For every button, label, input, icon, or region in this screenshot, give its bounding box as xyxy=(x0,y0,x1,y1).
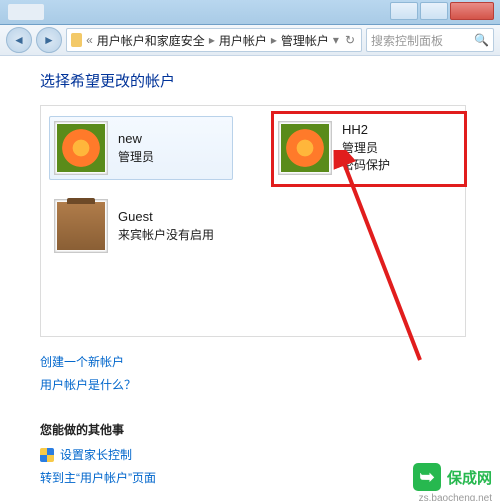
breadcrumb-dropdown-icon[interactable]: ▾ xyxy=(331,33,341,47)
create-account-link[interactable]: 创建一个新帐户 xyxy=(40,353,466,370)
nav-back-button[interactable]: ◄ xyxy=(6,27,32,53)
account-text: HH2 管理员 密码保护 xyxy=(342,121,390,175)
parental-control-link[interactable]: 设置家长控制 xyxy=(40,446,466,463)
accounts-panel: new 管理员 HH2 管理员 密码保护 Gue xyxy=(40,105,466,337)
gomain-label: 转到主“用户帐户”页面 xyxy=(40,469,156,486)
account-name: HH2 xyxy=(342,121,390,140)
breadcrumb-bar[interactable]: « 用户帐户和家庭安全 ▸ 用户帐户 ▸ 管理帐户 ▾ ↻ xyxy=(66,28,362,52)
search-placeholder: 搜索控制面板 xyxy=(371,32,443,49)
account-card-hh2[interactable]: HH2 管理员 密码保护 xyxy=(273,116,457,180)
account-avatar-frame xyxy=(54,199,108,253)
breadcrumb-refresh-icon[interactable]: ↻ xyxy=(343,33,357,47)
account-card-guest[interactable]: Guest 来宾帐户没有启用 xyxy=(49,194,239,258)
account-text: Guest 来宾帐户没有启用 xyxy=(118,208,214,244)
close-button[interactable] xyxy=(450,2,494,20)
breadcrumb-seg1[interactable]: 用户帐户和家庭安全 xyxy=(97,32,205,49)
shield-icon xyxy=(40,448,54,462)
maximize-button[interactable] xyxy=(420,2,448,20)
account-role: 管理员 xyxy=(118,149,154,166)
flower-avatar-icon xyxy=(57,124,105,172)
minimize-button[interactable] xyxy=(390,2,418,20)
search-icon: 🔍 xyxy=(474,33,489,47)
watermark-text: 保成网 xyxy=(447,467,492,488)
control-panel-window: ◄ ► « 用户帐户和家庭安全 ▸ 用户帐户 ▸ 管理帐户 ▾ ↻ 搜索控制面板… xyxy=(0,0,500,501)
parental-label: 设置家长控制 xyxy=(60,446,132,463)
account-avatar-frame xyxy=(54,121,108,175)
window-buttons xyxy=(390,2,494,20)
breadcrumb-seg2[interactable]: 用户帐户 xyxy=(219,32,267,49)
breadcrumb-chevron-icon: ▸ xyxy=(269,33,279,47)
account-role: 管理员 xyxy=(342,140,390,157)
account-card-new[interactable]: new 管理员 xyxy=(49,116,233,180)
briefcase-avatar-icon xyxy=(57,202,105,250)
breadcrumb-seg3[interactable]: 管理帐户 xyxy=(281,32,329,49)
system-icon xyxy=(8,4,44,20)
account-role: 来宾帐户没有启用 xyxy=(118,227,214,244)
search-box[interactable]: 搜索控制面板 🔍 xyxy=(366,28,494,52)
other-heading: 您能做的其他事 xyxy=(40,421,466,438)
account-pw: 密码保护 xyxy=(342,157,390,174)
account-avatar-frame xyxy=(278,121,332,175)
address-toolbar: ◄ ► « 用户帐户和家庭安全 ▸ 用户帐户 ▸ 管理帐户 ▾ ↻ 搜索控制面板… xyxy=(0,25,500,56)
other-actions: 您能做的其他事 设置家长控制 转到主“用户帐户”页面 xyxy=(40,421,466,486)
content-area: 选择希望更改的帐户 new 管理员 HH2 管理员 密码保护 xyxy=(0,56,500,501)
control-panel-icon xyxy=(71,33,82,47)
breadcrumb-chevron-icon: ▸ xyxy=(207,33,217,47)
action-links: 创建一个新帐户 用户帐户是什么？ xyxy=(40,353,466,393)
whatis-account-link[interactable]: 用户帐户是什么？ xyxy=(40,376,466,393)
window-titlebar xyxy=(0,0,500,25)
flower-avatar-icon xyxy=(281,124,329,172)
watermark-badge: ➥ 保成网 zs.baocheng.net xyxy=(413,463,492,491)
account-name: Guest xyxy=(118,208,214,227)
page-heading: 选择希望更改的帐户 xyxy=(40,70,466,91)
watermark-logo-icon: ➥ xyxy=(413,463,441,491)
goto-main-link[interactable]: 转到主“用户帐户”页面 xyxy=(40,469,466,486)
account-text: new 管理员 xyxy=(118,130,154,166)
nav-forward-button[interactable]: ► xyxy=(36,27,62,53)
breadcrumb-sep: « xyxy=(84,33,95,47)
account-name: new xyxy=(118,130,154,149)
watermark-domain: zs.baocheng.net xyxy=(419,493,492,501)
